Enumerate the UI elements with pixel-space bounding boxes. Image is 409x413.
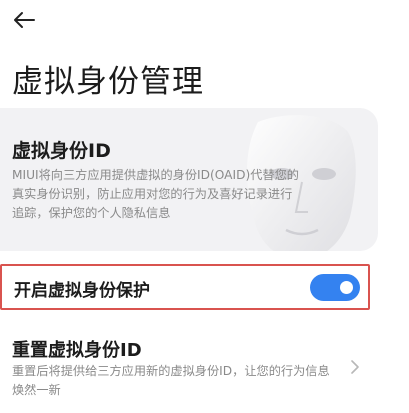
toggle-label: 开启虚拟身份保护 [14,281,150,301]
toggle-knob [340,281,353,294]
arrow-left-icon [14,12,35,28]
page-title: 虚拟身份管理 [12,64,204,100]
virtual-identity-toggle-switch[interactable] [310,274,360,301]
chevron-right-icon [351,360,359,374]
reset-identity-description: 重置后将提供给三方应用新的虚拟身份ID，让您的行为信息焕然一新 [12,364,330,397]
info-card: 虚拟身份ID MIUI将向三方应用提供虚拟的身份ID(OAID)代替您的真实身份… [0,108,378,251]
info-card-title: 虚拟身份ID [12,140,111,162]
reset-identity-row[interactable]: 重置虚拟身份ID 重置后将提供给三方应用新的虚拟身份ID，让您的行为信息焕然一新 [0,328,380,408]
info-card-description: MIUI将向三方应用提供虚拟的身份ID(OAID)代替您的真实身份识别，防止应用… [12,168,299,220]
back-button[interactable] [12,8,44,32]
reset-identity-title: 重置虚拟身份ID [12,340,142,361]
virtual-identity-toggle-row[interactable]: 开启虚拟身份保护 [0,264,370,310]
